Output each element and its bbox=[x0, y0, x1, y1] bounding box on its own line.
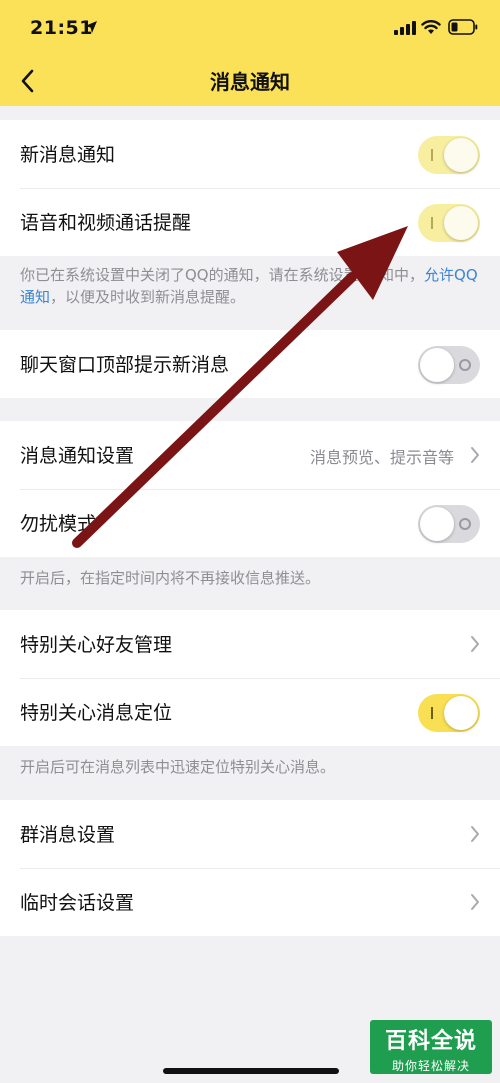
battery-icon bbox=[448, 19, 478, 35]
row-label: 消息通知设置 bbox=[20, 445, 135, 467]
row-label: 勿扰模式 bbox=[20, 513, 97, 535]
notification-disabled-note: 你已在系统设置中关闭了QQ的通知，请在系统设置-通知中，允许QQ通知，以便及时收… bbox=[20, 264, 480, 308]
signal-icon bbox=[394, 21, 416, 35]
row-message-notification-settings[interactable]: 消息通知设置 消息预览、提示音等 bbox=[0, 421, 500, 489]
settings-group-notifications: 新消息通知 语音和视频通话提醒 bbox=[0, 120, 500, 256]
toggle-on-mark-icon bbox=[431, 149, 433, 161]
toggle-on-mark-icon bbox=[431, 217, 433, 229]
settings-group-special-care: 特别关心好友管理 特别关心消息定位 bbox=[0, 610, 500, 746]
toggle-knob bbox=[444, 138, 478, 172]
toggle-knob bbox=[444, 696, 478, 730]
location-arrow-icon bbox=[85, 21, 97, 33]
toggle-off-mark-icon bbox=[459, 518, 471, 530]
row-special-care-locate: 特别关心消息定位 bbox=[0, 678, 500, 746]
settings-group-chat-window: 聊天窗口顶部提示新消息 bbox=[0, 330, 500, 398]
special-care-locate-toggle[interactable] bbox=[418, 694, 480, 732]
status-bar: 21:51 bbox=[0, 0, 500, 56]
row-chat-top-hint: 聊天窗口顶部提示新消息 bbox=[0, 330, 500, 398]
row-label: 群消息设置 bbox=[20, 824, 116, 846]
chevron-right-icon bbox=[471, 826, 479, 842]
row-label: 特别关心消息定位 bbox=[20, 702, 173, 724]
row-label: 特别关心好友管理 bbox=[20, 634, 173, 656]
row-special-care-friends[interactable]: 特别关心好友管理 bbox=[0, 610, 500, 678]
toggle-knob bbox=[444, 206, 478, 240]
chevron-right-icon bbox=[471, 636, 479, 652]
settings-group-message-settings: 消息通知设置 消息预览、提示音等 勿扰模式 bbox=[0, 421, 500, 557]
new-message-notification-toggle[interactable] bbox=[418, 136, 480, 174]
do-not-disturb-toggle[interactable] bbox=[418, 505, 480, 543]
note-text: ，以便及时收到新消息提醒。 bbox=[50, 288, 246, 306]
row-do-not-disturb: 勿扰模式 bbox=[0, 489, 500, 557]
row-group-message-settings[interactable]: 群消息设置 bbox=[0, 800, 500, 868]
toggle-off-mark-icon bbox=[459, 359, 471, 371]
row-label: 聊天窗口顶部提示新消息 bbox=[20, 354, 230, 376]
toggle-knob bbox=[420, 507, 454, 541]
watermark-subtitle: 助你轻松解决 bbox=[391, 1059, 470, 1073]
wifi-icon bbox=[421, 20, 441, 34]
chat-top-hint-toggle[interactable] bbox=[418, 346, 480, 384]
row-label: 新消息通知 bbox=[20, 144, 116, 166]
row-temporary-chat-settings[interactable]: 临时会话设置 bbox=[0, 868, 500, 936]
row-value: 消息预览、提示音等 bbox=[309, 448, 454, 467]
page-title: 消息通知 bbox=[210, 70, 290, 94]
row-label: 临时会话设置 bbox=[20, 892, 135, 914]
row-label: 语音和视频通话提醒 bbox=[20, 212, 192, 234]
settings-group-group-chat: 群消息设置 临时会话设置 bbox=[0, 800, 500, 936]
chevron-right-icon bbox=[471, 447, 479, 463]
watermark-logo: 百科全说 助你轻松解决 bbox=[370, 1020, 492, 1074]
note-text: 你已在系统设置中关闭了QQ的通知，请在系统设置-通知中， bbox=[20, 266, 425, 284]
nav-bar: 消息通知 bbox=[0, 56, 500, 106]
row-new-message-notification: 新消息通知 bbox=[0, 120, 500, 188]
home-indicator bbox=[163, 1068, 339, 1074]
watermark-title: 百科全说 bbox=[384, 1029, 477, 1054]
toggle-knob bbox=[420, 348, 454, 382]
special-care-note: 开启后可在消息列表中迅速定位特别关心消息。 bbox=[20, 758, 336, 776]
toggle-on-mark-icon bbox=[431, 707, 433, 719]
chevron-right-icon bbox=[471, 894, 479, 910]
do-not-disturb-note: 开启后，在指定时间内将不再接收信息推送。 bbox=[20, 569, 321, 587]
call-reminder-toggle[interactable] bbox=[418, 204, 480, 242]
row-call-reminder: 语音和视频通话提醒 bbox=[0, 188, 500, 256]
